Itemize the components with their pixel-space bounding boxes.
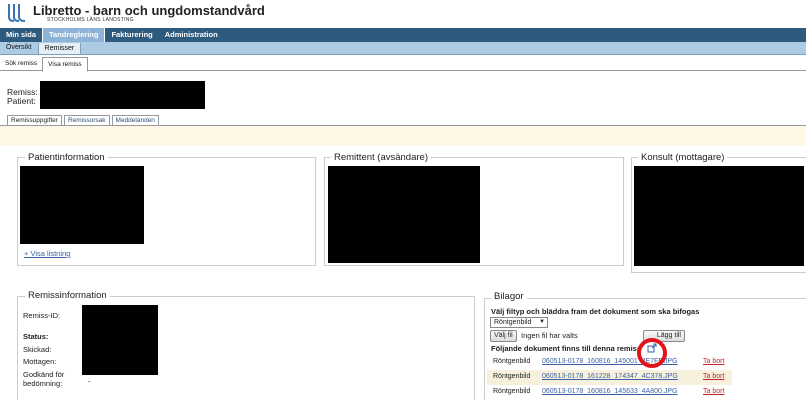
attachment-file-link[interactable]: 060513-0178_161228_174347_4C378.JPG xyxy=(542,373,678,380)
attachment-type: Röntgenbild xyxy=(493,388,531,395)
godkand-label-line2: bedömning: xyxy=(23,379,63,388)
main-nav-tandreglering[interactable]: Tandreglering xyxy=(42,28,106,42)
remiss-patient-labels: Remiss: Patient: xyxy=(7,88,38,106)
delete-attachment-link[interactable]: Ta bort xyxy=(703,388,724,395)
app-subtitle: STOCKHOLMS LÄNS LANDSTING xyxy=(47,17,134,23)
tab-sok-remiss[interactable]: Sök remiss xyxy=(0,57,42,70)
filetype-selected-value: Röntgenbild xyxy=(494,319,532,326)
patient-label: Patient: xyxy=(7,96,36,106)
remiss-info-legend: Remissinformation xyxy=(25,290,110,301)
attachment-type: Röntgenbild xyxy=(493,373,531,380)
app-title: Libretto - barn och ungdomstandvård xyxy=(33,3,265,18)
main-nav-min-sida[interactable]: Min sida xyxy=(0,28,42,42)
konsult-legend: Konsult (mottagare) xyxy=(638,152,728,163)
redacted-patient-info xyxy=(20,166,144,244)
attachment-row: Röntgenbild 060513-0178_160816_145001_4E… xyxy=(487,355,732,370)
info-band xyxy=(0,126,806,146)
delete-attachment-link[interactable]: Ta bort xyxy=(703,358,724,365)
attachment-file-link[interactable]: 060513-0178_160816_145633_4A800.JPG xyxy=(542,388,677,395)
main-nav: Min sida Tandreglering Fakturering Admin… xyxy=(0,28,806,42)
attachment-type: Röntgenbild xyxy=(493,358,531,365)
attachment-row: Röntgenbild 060513-0178_160816_145633_4A… xyxy=(487,385,732,400)
libretto-logo-icon xyxy=(8,4,26,22)
delete-attachment-link[interactable]: Ta bort xyxy=(703,373,724,380)
existing-docs-text: Följande dokument finns till denna remis… xyxy=(491,344,642,353)
status-label: Status: xyxy=(23,332,49,341)
skickad-label: Skickad: xyxy=(23,345,52,354)
filetype-select[interactable]: Röntgenbild ▼ xyxy=(490,317,548,328)
godkand-label-line1: Godkänd för xyxy=(23,370,65,379)
redacted-remiss-patient xyxy=(40,81,205,109)
godkand-value: - xyxy=(88,377,91,386)
main-nav-fakturering[interactable]: Fakturering xyxy=(105,28,158,42)
remittent-legend: Remittent (avsändare) xyxy=(331,152,431,163)
third-nav: Sök remiss Visa remiss xyxy=(0,57,806,72)
bilagor-instruction: Välj filtyp och bläddra fram det dokumen… xyxy=(491,307,700,316)
tab-visa-remiss[interactable]: Visa remiss xyxy=(42,57,88,72)
main-nav-administration[interactable]: Administration xyxy=(159,28,224,42)
choose-file-button[interactable]: Välj fil xyxy=(490,330,517,342)
highlight-circle-annotation xyxy=(637,338,667,368)
mottagen-label: Mottagen: xyxy=(23,357,57,366)
no-file-text: Ingen fil har valts xyxy=(521,331,578,340)
attachment-row: Röntgenbild 060513-0178_161228_174347_4C… xyxy=(487,370,732,385)
patient-info-legend: Patientinformation xyxy=(25,152,108,163)
remiss-id-label: Remiss-ID: xyxy=(23,311,61,320)
bilagor-legend: Bilagor xyxy=(491,291,527,302)
sub-nav-oversikt[interactable]: Översikt xyxy=(0,42,38,54)
sub-nav: Översikt Remisser xyxy=(0,42,806,55)
redacted-konsult xyxy=(634,166,804,266)
sub-nav-remisser[interactable]: Remisser xyxy=(37,43,82,54)
chevron-down-icon: ▼ xyxy=(539,319,545,325)
redacted-remittent xyxy=(328,166,480,263)
redacted-remiss-info xyxy=(82,305,158,375)
show-list-link[interactable]: + Visa listning xyxy=(24,249,70,258)
